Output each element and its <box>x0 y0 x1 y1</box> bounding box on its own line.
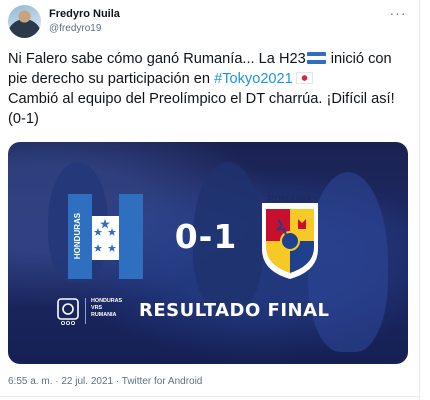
badge-divider <box>85 298 86 324</box>
olympic-badge-icon <box>57 298 79 325</box>
tweet-text-part3: Cambió al equipo del Preolímpico el DT c… <box>8 91 395 127</box>
author-name[interactable]: Fredyro Nuila <box>49 8 120 20</box>
more-dots-icon[interactable]: ··· <box>388 5 408 21</box>
tweet-meta: 6:55 a. m. · 22 jul. 2021 · Twitter for … <box>8 376 202 387</box>
tweet-timestamp[interactable]: 6:55 a. m. · 22 jul. 2021 · <box>8 376 122 387</box>
honduras-h-logo: HONDURAS <box>68 194 143 279</box>
honduras-vertical-label: HONDURAS <box>73 212 82 259</box>
avatar[interactable] <box>8 5 41 38</box>
tweet-media-image[interactable]: HONDURAS 0-1 ROMÂNIA HONDURAS VRS RUMANI… <box>8 142 408 364</box>
tweet-source[interactable]: Twitter for Android <box>122 376 203 387</box>
hashtag-link[interactable]: #Tokyo2021 <box>214 71 293 87</box>
tweet-text: Ni Falero sabe cómo ganó Rumanía... La H… <box>8 49 413 129</box>
tweet-text-part1: Ni Falero sabe cómo ganó Rumanía... La H… <box>8 51 306 67</box>
result-label: RESULTADO FINAL <box>139 300 330 321</box>
author-handle[interactable]: @fredyro19 <box>49 23 101 34</box>
tweet-card[interactable]: Fredyro Nuila @fredyro19 ··· Ni Falero s… <box>0 0 420 400</box>
honduras-flag-icon <box>306 52 326 64</box>
bottom-divider <box>0 396 420 397</box>
romania-label: ROMÂNIA <box>267 194 313 204</box>
match-score: 0-1 <box>174 217 238 256</box>
japan-flag-icon <box>295 72 313 84</box>
